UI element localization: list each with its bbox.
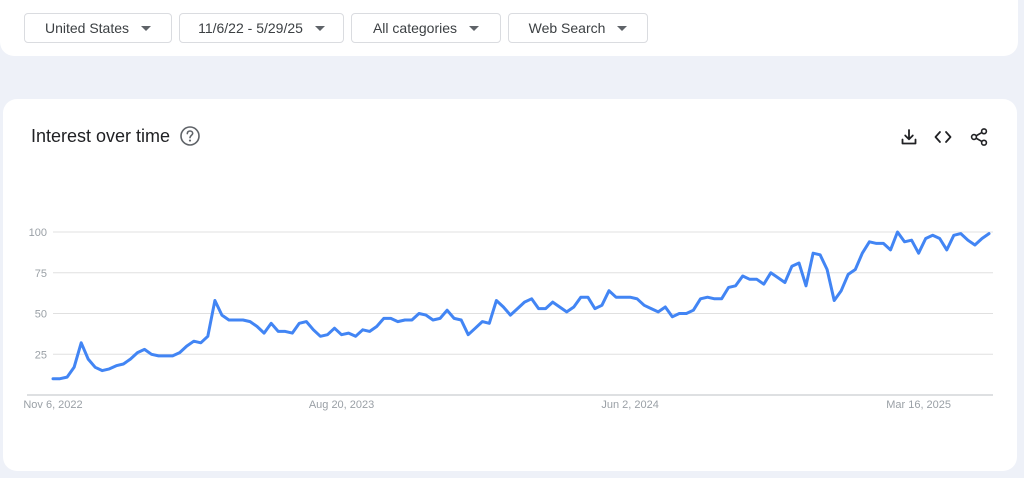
data-point[interactable] bbox=[569, 302, 579, 312]
data-point[interactable] bbox=[942, 245, 952, 255]
category-dropdown[interactable]: All categories bbox=[351, 13, 501, 43]
data-point[interactable] bbox=[660, 302, 670, 312]
data-point[interactable] bbox=[857, 248, 867, 258]
date-range-dropdown-label: 11/6/22 - 5/29/25 bbox=[198, 20, 303, 36]
data-point[interactable] bbox=[801, 281, 811, 291]
chevron-down-icon bbox=[314, 26, 325, 31]
data-point[interactable] bbox=[287, 328, 297, 338]
data-point[interactable] bbox=[815, 250, 825, 260]
y-tick-label: 25 bbox=[35, 349, 47, 361]
data-point[interactable] bbox=[850, 265, 860, 275]
interest-line-chart: 25 50 75 100 Nov 6, 2022 Aug 20, 2023 Jun 2, 2… bbox=[23, 227, 994, 411]
x-tick-label: Nov 6, 2022 bbox=[23, 399, 82, 411]
data-point[interactable] bbox=[76, 338, 86, 348]
data-point[interactable] bbox=[688, 305, 698, 315]
region-dropdown-label: United States bbox=[44, 20, 130, 36]
data-point[interactable] bbox=[914, 248, 924, 258]
data-point[interactable] bbox=[984, 229, 994, 239]
data-point[interactable] bbox=[829, 296, 839, 306]
data-point[interactable] bbox=[822, 265, 832, 275]
data-point[interactable] bbox=[780, 278, 790, 288]
data-point[interactable] bbox=[372, 322, 382, 332]
data-point[interactable] bbox=[266, 318, 276, 328]
data-point[interactable] bbox=[210, 296, 220, 306]
x-tick-label: Jun 2, 2024 bbox=[601, 399, 659, 411]
data-point[interactable] bbox=[498, 302, 508, 312]
chevron-down-icon bbox=[469, 26, 480, 31]
data-point[interactable] bbox=[484, 318, 494, 328]
data-point[interactable] bbox=[442, 305, 452, 315]
data-point[interactable] bbox=[83, 354, 93, 364]
data-point[interactable] bbox=[597, 300, 607, 310]
data-point[interactable] bbox=[907, 235, 917, 245]
data-point[interactable] bbox=[527, 294, 537, 304]
category-dropdown-label: All categories bbox=[372, 20, 458, 36]
x-tick-label: Aug 20, 2023 bbox=[309, 399, 374, 411]
y-tick-label: 50 bbox=[35, 309, 47, 321]
chevron-down-icon bbox=[617, 26, 628, 31]
date-range-dropdown[interactable]: 11/6/22 - 5/29/25 bbox=[179, 13, 344, 43]
search-type-dropdown[interactable]: Web Search bbox=[508, 13, 648, 43]
data-point[interactable] bbox=[893, 227, 903, 237]
search-type-dropdown-label: Web Search bbox=[528, 20, 606, 36]
data-point[interactable] bbox=[886, 245, 896, 255]
data-point[interactable] bbox=[456, 315, 466, 325]
data-point[interactable] bbox=[62, 372, 72, 382]
data-point[interactable] bbox=[836, 286, 846, 296]
data-point[interactable] bbox=[794, 258, 804, 268]
data-point[interactable] bbox=[759, 279, 769, 289]
data-point[interactable] bbox=[301, 317, 311, 327]
region-dropdown[interactable]: United States bbox=[24, 13, 172, 43]
y-tick-label: 75 bbox=[35, 268, 47, 280]
interest-over-time-card: Interest over time 25 50 75 100 Nov 6, 2022 A… bbox=[3, 99, 1017, 471]
data-point[interactable] bbox=[935, 234, 945, 244]
data-point[interactable] bbox=[259, 328, 269, 338]
x-tick-label: Mar 16, 2025 bbox=[886, 399, 951, 411]
chevron-down-icon bbox=[141, 26, 152, 31]
y-tick-label: 100 bbox=[29, 227, 47, 239]
data-point[interactable] bbox=[203, 331, 213, 341]
data-point[interactable] bbox=[583, 292, 593, 302]
data-point[interactable] bbox=[717, 294, 727, 304]
data-point[interactable] bbox=[69, 362, 79, 372]
data-point[interactable] bbox=[731, 281, 741, 291]
data-point[interactable] bbox=[435, 313, 445, 323]
filter-bar: United States 11/6/22 - 5/29/25 All cate… bbox=[0, 0, 1018, 56]
